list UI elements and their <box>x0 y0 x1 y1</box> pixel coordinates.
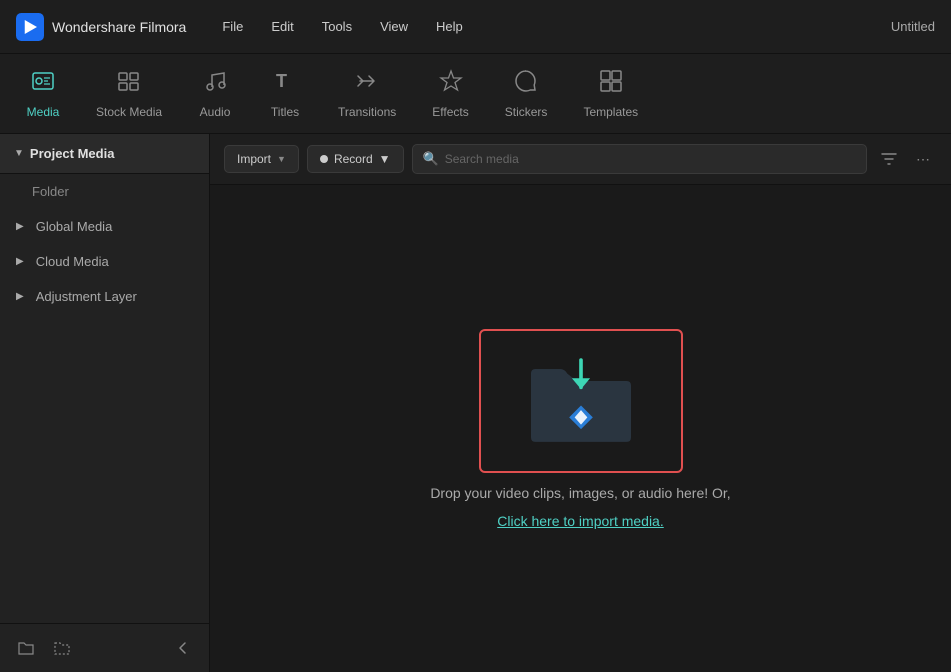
record-button[interactable]: Record ▼ <box>307 145 404 173</box>
new-folder-button[interactable] <box>12 634 40 662</box>
menu-file[interactable]: File <box>210 13 255 40</box>
tab-templates[interactable]: Templates <box>565 59 656 129</box>
svg-text:T: T <box>276 71 287 91</box>
toolbar-actions: ⋯ <box>875 145 937 173</box>
tab-bar: Media Stock Media Audio T T <box>0 54 951 134</box>
sidebar-chevron-icon: ▼ <box>14 148 24 159</box>
drop-folder-icon <box>521 351 641 451</box>
content-toolbar: Import ▼ Record ▼ 🔍 ⋯ <box>210 134 951 185</box>
menu-view[interactable]: View <box>368 13 420 40</box>
new-file-button[interactable] <box>48 634 76 662</box>
drop-description: Drop your video clips, images, or audio … <box>430 485 730 501</box>
main-content: ▼ Project Media Folder ▶ Global Media ▶ … <box>0 134 951 672</box>
global-media-chevron-icon: ▶ <box>16 221 24 232</box>
adjustment-layer-label: Adjustment Layer <box>36 289 137 304</box>
menu-tools[interactable]: Tools <box>310 13 364 40</box>
stock-media-icon <box>117 69 141 99</box>
transitions-icon <box>355 69 379 99</box>
tab-templates-label: Templates <box>583 105 638 119</box>
content-panel: Import ▼ Record ▼ 🔍 ⋯ <box>210 134 951 672</box>
sidebar-item-folder[interactable]: Folder <box>0 174 209 209</box>
sidebar-item-cloud-media[interactable]: ▶ Cloud Media <box>0 244 209 279</box>
search-box: 🔍 <box>412 144 867 174</box>
tab-audio[interactable]: Audio <box>180 59 250 129</box>
menu-edit[interactable]: Edit <box>259 13 305 40</box>
app-name: Wondershare Filmora <box>52 19 186 35</box>
sidebar-item-global-media[interactable]: ▶ Global Media <box>0 209 209 244</box>
stickers-icon <box>514 69 538 99</box>
templates-icon <box>599 69 623 99</box>
sidebar-title: Project Media <box>30 146 115 161</box>
more-options-icon: ⋯ <box>916 151 930 168</box>
tab-effects[interactable]: Effects <box>414 59 486 129</box>
tab-transitions[interactable]: Transitions <box>320 59 414 129</box>
tab-media[interactable]: Media <box>8 59 78 129</box>
import-button[interactable]: Import ▼ <box>224 145 299 173</box>
search-input[interactable] <box>445 152 856 166</box>
tab-titles-label: Titles <box>271 105 299 119</box>
title-bar: Wondershare Filmora File Edit Tools View… <box>0 0 951 54</box>
search-icon: 🔍 <box>423 151 439 167</box>
collapse-sidebar-button[interactable] <box>169 634 197 662</box>
import-dropdown-arrow-icon: ▼ <box>277 154 286 164</box>
import-link[interactable]: Click here to import media. <box>497 513 664 529</box>
tab-transitions-label: Transitions <box>338 105 396 119</box>
tab-stock-media-label: Stock Media <box>96 105 162 119</box>
sidebar-footer <box>0 623 209 672</box>
drop-zone[interactable]: Drop your video clips, images, or audio … <box>210 185 951 672</box>
audio-icon <box>203 69 227 99</box>
adjustment-chevron-icon: ▶ <box>16 291 24 302</box>
record-dot-icon <box>320 155 328 163</box>
sidebar-item-adjustment-layer[interactable]: ▶ Adjustment Layer <box>0 279 209 314</box>
menu-bar: File Edit Tools View Help <box>210 13 891 40</box>
window-title: Untitled <box>891 19 935 34</box>
tab-effects-label: Effects <box>432 105 468 119</box>
tab-titles[interactable]: T Titles <box>250 59 320 129</box>
folder-label: Folder <box>32 184 69 199</box>
global-media-label: Global Media <box>36 219 113 234</box>
record-dropdown-arrow-icon: ▼ <box>379 152 391 166</box>
sidebar: ▼ Project Media Folder ▶ Global Media ▶ … <box>0 134 210 672</box>
tab-stock-media[interactable]: Stock Media <box>78 59 180 129</box>
more-options-button[interactable]: ⋯ <box>909 145 937 173</box>
menu-help[interactable]: Help <box>424 13 475 40</box>
media-tab-icon <box>31 69 55 99</box>
app-logo: Wondershare Filmora <box>16 13 186 41</box>
cloud-media-chevron-icon: ▶ <box>16 256 24 267</box>
effects-icon <box>439 69 463 99</box>
tab-media-label: Media <box>27 105 60 119</box>
tab-stickers-label: Stickers <box>505 105 548 119</box>
tab-audio-label: Audio <box>200 105 231 119</box>
sidebar-header: ▼ Project Media <box>0 134 209 174</box>
cloud-media-label: Cloud Media <box>36 254 109 269</box>
tab-stickers[interactable]: Stickers <box>487 59 566 129</box>
filter-button[interactable] <box>875 145 903 173</box>
import-label: Import <box>237 152 271 166</box>
record-label: Record <box>334 152 373 166</box>
titles-icon: T <box>273 69 297 99</box>
drop-icon-container <box>479 329 683 473</box>
